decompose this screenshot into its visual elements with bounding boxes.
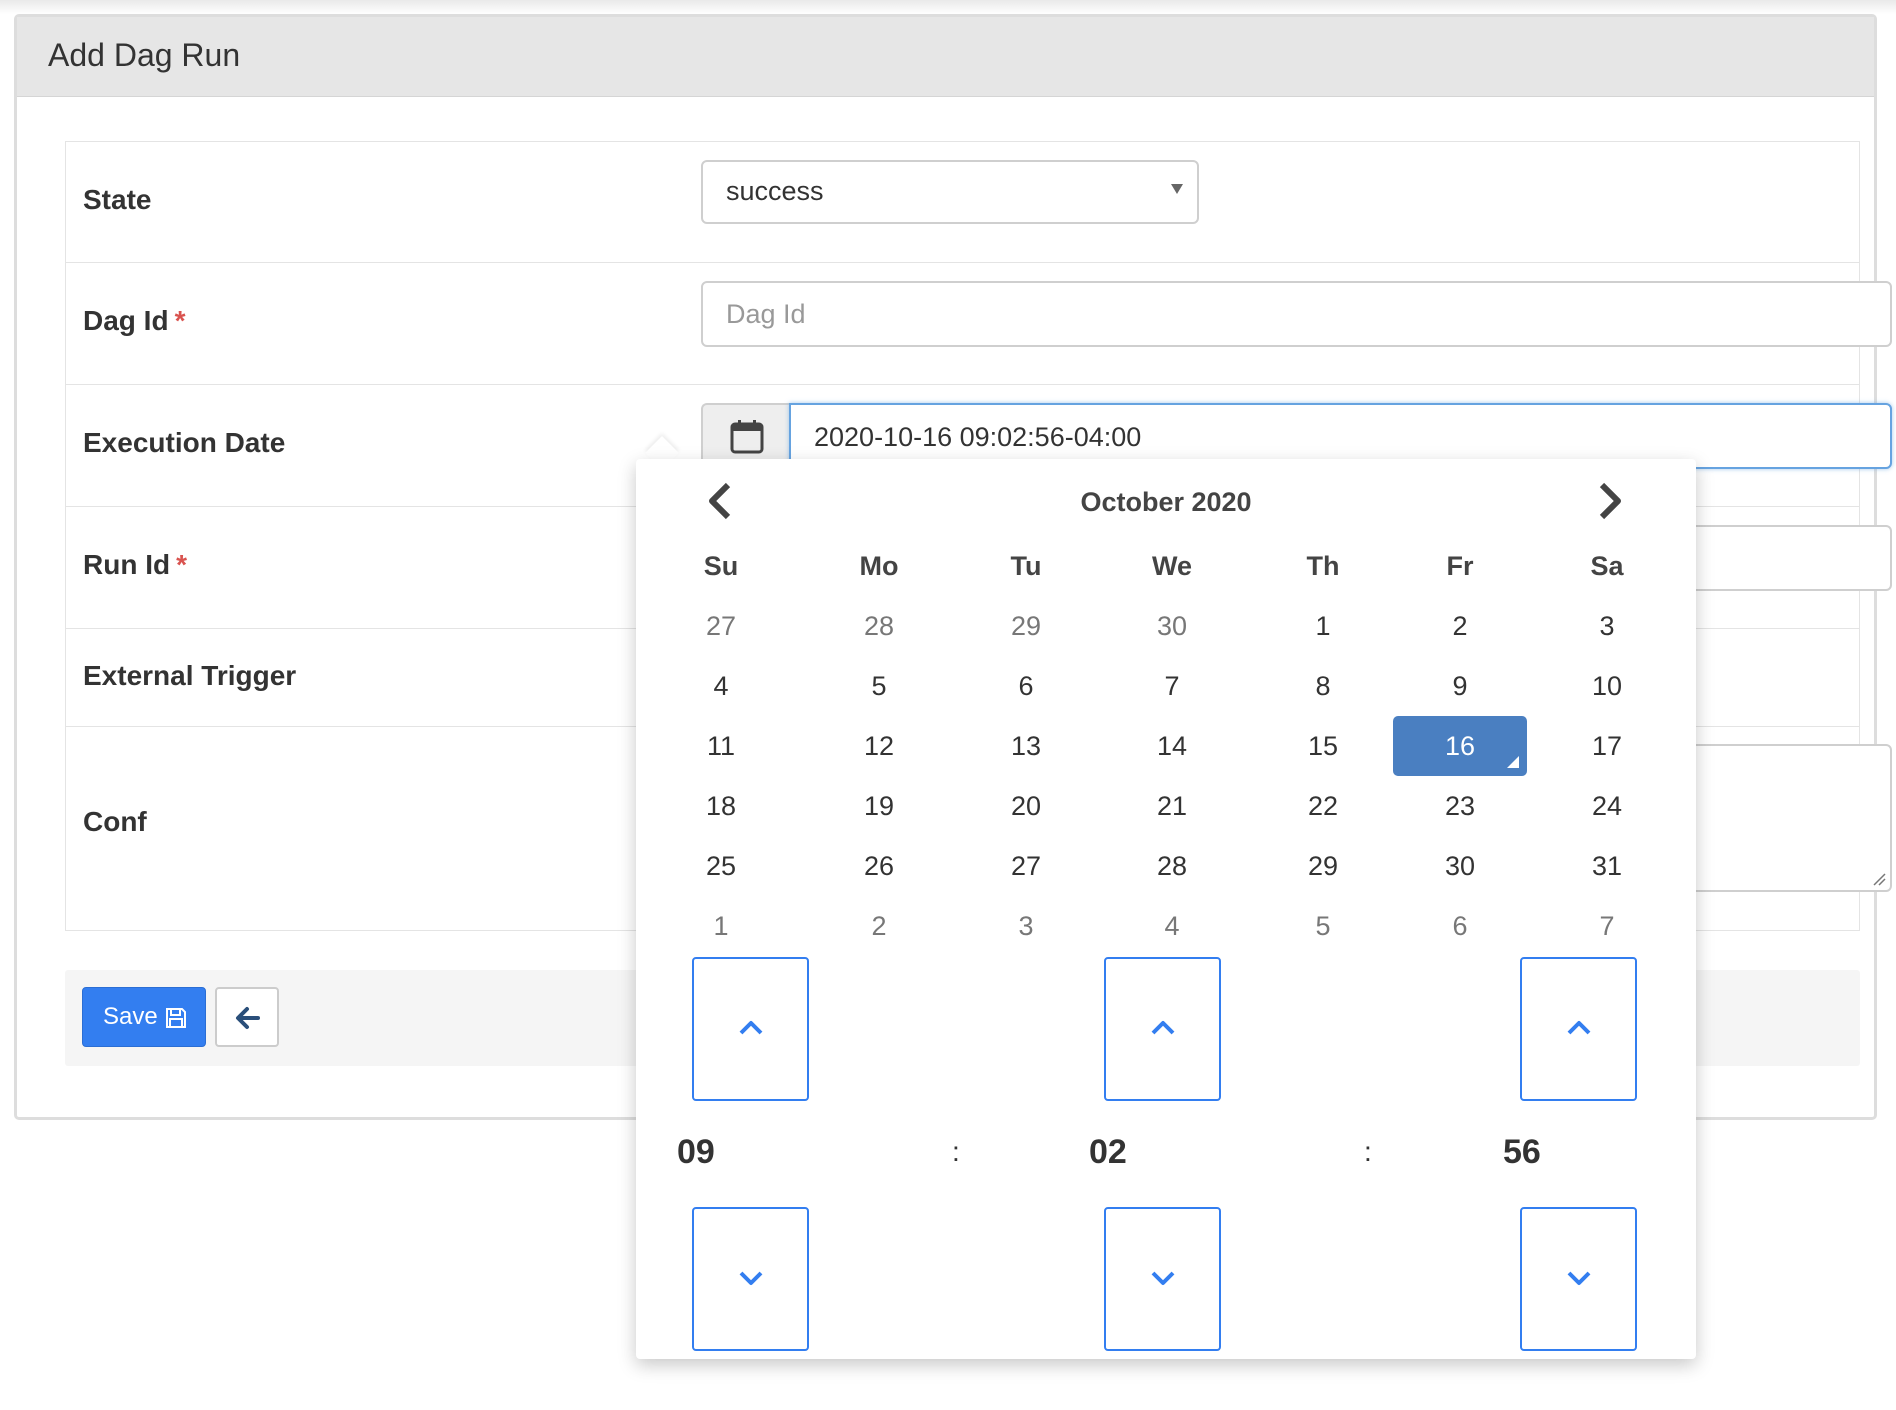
calendar-day-other-month[interactable]: 1	[661, 897, 781, 955]
decrement-seconds-button[interactable]	[1520, 1207, 1637, 1351]
decrement-minutes-button[interactable]	[1104, 1207, 1221, 1351]
calendar-day[interactable]: 5	[819, 657, 939, 715]
calendar-day[interactable]: 28	[1112, 837, 1232, 895]
caret-down-icon	[1171, 184, 1183, 194]
time-separator: :	[1364, 1136, 1372, 1167]
calendar-day[interactable]: 10	[1547, 657, 1667, 715]
chevron-up-icon	[1151, 1021, 1175, 1035]
increment-hours-button[interactable]	[692, 957, 809, 1101]
calendar-day[interactable]: 14	[1112, 717, 1232, 775]
resize-handle-icon[interactable]	[1872, 872, 1886, 886]
calendar-day[interactable]: 6	[966, 657, 1086, 715]
calendar-day[interactable]: 29	[1263, 837, 1383, 895]
calendar-day[interactable]: 1	[1263, 597, 1383, 655]
weekday-header: Mo	[859, 551, 899, 581]
calendar-day[interactable]: 24	[1547, 777, 1667, 835]
floppy-disk-icon	[166, 1008, 186, 1028]
calendar-day[interactable]: 30	[1400, 837, 1520, 895]
calendar-day-selected[interactable]: 16	[1393, 716, 1527, 776]
calendar-day[interactable]: 23	[1400, 777, 1520, 835]
dag-id-input[interactable]	[701, 281, 1892, 347]
weekday-header: Su	[703, 551, 739, 581]
weekday-header: We	[1151, 551, 1192, 581]
chevron-up-icon	[1567, 1021, 1591, 1035]
datepicker-popup: October 2020 Su Mo Tu We Th Fr Sa 27 28 29 30 1 2 3 4 5…	[636, 459, 1696, 1359]
conf-label: Conf	[83, 806, 147, 837]
chevron-up-icon	[739, 1021, 763, 1035]
form-row-dag-id: Dag Id *	[66, 263, 1892, 385]
execution-date-label: Execution Date	[83, 427, 286, 458]
time-separator: :	[952, 1136, 960, 1167]
state-select-value: success	[726, 176, 824, 206]
datepicker-month-title[interactable]: October 2020	[636, 487, 1696, 518]
state-label: State	[83, 184, 152, 215]
dag-id-label: Dag Id *	[83, 305, 186, 336]
required-marker: *	[176, 549, 187, 580]
top-shade	[0, 0, 1896, 14]
calendar-day-other-month[interactable]: 4	[1112, 897, 1232, 955]
back-button[interactable]	[215, 987, 279, 1047]
calendar-day[interactable]: 26	[819, 837, 939, 895]
calendar-day-other-month[interactable]: 3	[966, 897, 1086, 955]
save-button[interactable]: Save	[82, 987, 206, 1047]
weekday-header: Th	[1306, 551, 1340, 581]
calendar-day[interactable]: 7	[1112, 657, 1232, 715]
calendar-day[interactable]: 21	[1112, 777, 1232, 835]
weekday-header: Sa	[1590, 551, 1624, 581]
calendar-day-other-month[interactable]: 7	[1547, 897, 1667, 955]
calendar-day-other-month[interactable]: 5	[1263, 897, 1383, 955]
run-id-label: Run Id *	[83, 549, 187, 580]
calendar-day[interactable]: 11	[661, 717, 781, 775]
calendar-day[interactable]: 17	[1547, 717, 1667, 775]
state-select[interactable]: success	[701, 160, 1199, 224]
calendar-day[interactable]: 27	[966, 837, 1086, 895]
chevron-down-icon	[1567, 1271, 1591, 1285]
calendar-day-other-month[interactable]: 6	[1400, 897, 1520, 955]
calendar-day[interactable]: 25	[661, 837, 781, 895]
panel-title: Add Dag Run	[48, 37, 241, 73]
increment-minutes-button[interactable]	[1104, 957, 1221, 1101]
calendar-day[interactable]: 4	[661, 657, 781, 715]
calendar-icon	[730, 420, 764, 454]
chevron-right-icon[interactable]	[1589, 481, 1629, 521]
form-row-state: State success	[66, 142, 1859, 263]
calendar-day[interactable]: 3	[1547, 597, 1667, 655]
calendar-day-other-month[interactable]: 29	[966, 597, 1086, 655]
chevron-down-icon	[1151, 1271, 1175, 1285]
chevron-down-icon	[739, 1271, 763, 1285]
required-marker: *	[174, 305, 186, 336]
calendar-day[interactable]: 20	[966, 777, 1086, 835]
calendar-day-other-month[interactable]: 27	[661, 597, 781, 655]
calendar-day[interactable]: 15	[1263, 717, 1383, 775]
weekday-header: Tu	[1010, 551, 1042, 581]
arrow-left-icon	[236, 1007, 260, 1029]
calendar-day-other-month[interactable]: 2	[819, 897, 939, 955]
calendar-day[interactable]: 19	[819, 777, 939, 835]
decrement-hours-button[interactable]	[692, 1207, 809, 1351]
calendar-day[interactable]: 8	[1263, 657, 1383, 715]
increment-seconds-button[interactable]	[1520, 957, 1637, 1101]
calendar-day[interactable]: 9	[1400, 657, 1520, 715]
calendar-day[interactable]: 2	[1400, 597, 1520, 655]
calendar-day[interactable]: 13	[966, 717, 1086, 775]
external-trigger-label: External Trigger	[83, 660, 297, 691]
panel-heading: Add Dag Run	[17, 17, 1874, 97]
calendar-day-other-month[interactable]: 28	[819, 597, 939, 655]
calendar-day[interactable]: 31	[1547, 837, 1667, 895]
calendar-day[interactable]: 12	[819, 717, 939, 775]
seconds-value[interactable]: 56	[1503, 1133, 1541, 1172]
hours-value[interactable]: 09	[677, 1133, 715, 1172]
calendar-day[interactable]: 18	[661, 777, 781, 835]
calendar-day[interactable]: 22	[1263, 777, 1383, 835]
minutes-value[interactable]: 02	[1089, 1133, 1127, 1172]
calendar-day-other-month[interactable]: 30	[1112, 597, 1232, 655]
weekday-header: Fr	[1446, 551, 1474, 581]
